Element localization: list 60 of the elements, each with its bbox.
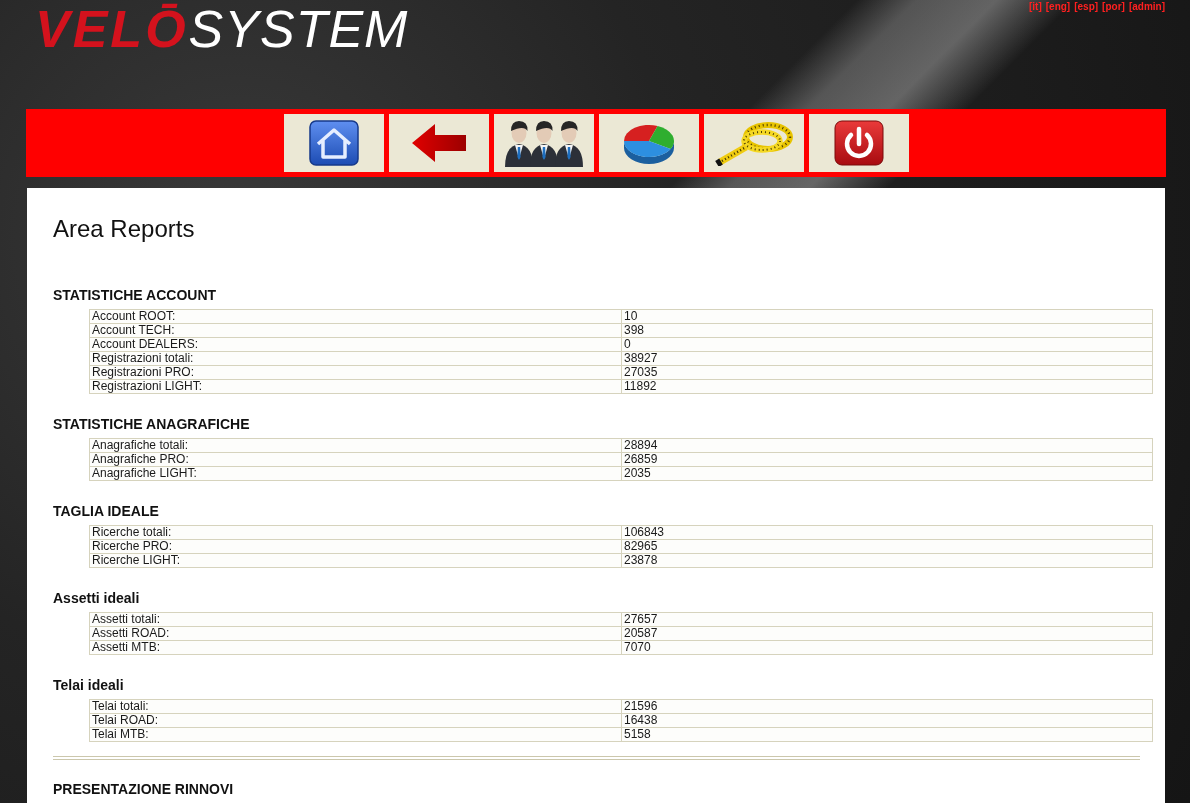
stat-label: Assetti totali: bbox=[89, 612, 622, 627]
stat-label: Telai ROAD: bbox=[89, 713, 622, 728]
stat-label: Account DEALERS: bbox=[89, 337, 622, 352]
stat-value: 38927 bbox=[621, 351, 1153, 366]
stat-value: 106843 bbox=[621, 525, 1153, 540]
stat-label: Registrazioni LIGHT: bbox=[89, 379, 622, 394]
stat-value: 10 bbox=[621, 309, 1153, 324]
stat-value: 16438 bbox=[621, 713, 1153, 728]
stat-value: 398 bbox=[621, 323, 1153, 338]
stat-label: Registrazioni PRO: bbox=[89, 365, 622, 380]
language-link[interactable]: [admin] bbox=[1128, 1, 1165, 13]
stat-label: Ricerche LIGHT: bbox=[89, 553, 622, 568]
language-link[interactable]: [esp] bbox=[1074, 1, 1099, 13]
home-button[interactable] bbox=[283, 113, 384, 172]
tape-measure-icon bbox=[713, 119, 794, 166]
stat-label: Ricerche PRO: bbox=[89, 539, 622, 554]
users-button[interactable] bbox=[493, 113, 594, 172]
power-icon bbox=[833, 119, 884, 166]
people-icon bbox=[504, 118, 583, 167]
stat-label: Account TECH: bbox=[89, 323, 622, 338]
stat-label: Anagrafiche totali: bbox=[89, 438, 622, 453]
section-heading: Assetti ideali bbox=[53, 590, 141, 606]
reports-button[interactable] bbox=[598, 113, 699, 172]
stat-value: 82965 bbox=[621, 539, 1153, 554]
stat-value: 27035 bbox=[621, 365, 1153, 380]
arrow-left-icon bbox=[410, 122, 467, 163]
section-heading: TAGLIA IDEALE bbox=[53, 503, 160, 519]
section-heading: Telai ideali bbox=[53, 677, 125, 693]
stat-label: Anagrafiche LIGHT: bbox=[89, 466, 622, 481]
page-title: Area Reports bbox=[53, 215, 196, 243]
stat-label: Anagrafiche PRO: bbox=[89, 452, 622, 467]
language-link[interactable]: [eng] bbox=[1045, 1, 1071, 13]
stat-label: Telai MTB: bbox=[89, 727, 622, 742]
stat-label: Assetti ROAD: bbox=[89, 626, 622, 641]
stat-value: 26859 bbox=[621, 452, 1153, 467]
language-link[interactable]: [por] bbox=[1102, 1, 1125, 13]
logo: VELŌSYSTEM bbox=[35, 1, 409, 57]
section-heading: PRESENTAZIONE RINNOVI bbox=[53, 781, 235, 797]
section-heading: STATISTICHE ANAGRAFICHE bbox=[53, 416, 251, 432]
stat-label: Registrazioni totali: bbox=[89, 351, 622, 366]
stat-value: 23878 bbox=[621, 553, 1153, 568]
stat-label: Ricerche totali: bbox=[89, 525, 622, 540]
house-icon bbox=[308, 119, 359, 166]
stat-value: 21596 bbox=[621, 699, 1153, 714]
logout-button[interactable] bbox=[808, 113, 909, 172]
stat-value: 27657 bbox=[621, 612, 1153, 627]
back-button[interactable] bbox=[388, 113, 489, 172]
stat-value: 5158 bbox=[621, 727, 1153, 742]
stat-value: 7070 bbox=[621, 640, 1153, 655]
stat-label: Account ROOT: bbox=[89, 309, 622, 324]
stat-value: 28894 bbox=[621, 438, 1153, 453]
measure-button[interactable] bbox=[703, 113, 804, 172]
stat-value: 20587 bbox=[621, 626, 1153, 641]
stat-value: 2035 bbox=[621, 466, 1153, 481]
section-heading: STATISTICHE ACCOUNT bbox=[53, 287, 218, 303]
stat-label: Assetti MTB: bbox=[89, 640, 622, 655]
stat-label: Telai totali: bbox=[89, 699, 622, 714]
language-link[interactable]: [it] bbox=[1028, 1, 1042, 13]
stat-value: 11892 bbox=[621, 379, 1153, 394]
stat-value: 0 bbox=[621, 337, 1153, 352]
